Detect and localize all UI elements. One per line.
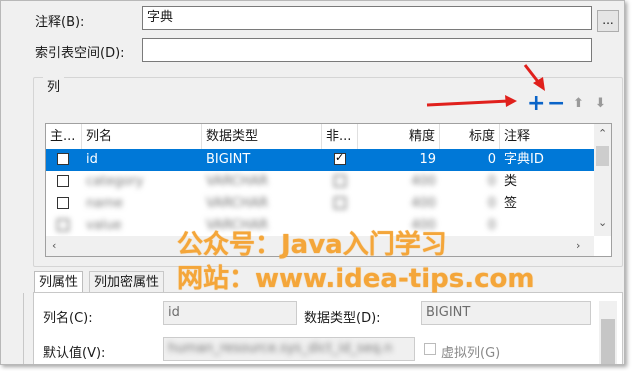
cell-scale: 0 (487, 174, 496, 189)
column-name-label: 列名(C): (43, 311, 93, 326)
notnull-checkbox[interactable] (334, 175, 346, 187)
header-type[interactable]: 数据类型 (202, 124, 322, 149)
watermark-line-2: 网站：www.idea-tips.com (177, 264, 535, 294)
pk-checkbox[interactable] (57, 153, 69, 165)
scroll-left-icon[interactable]: ‹ (52, 239, 56, 252)
default-value-field[interactable]: human_resource.sys_dict_id_seq.n (163, 337, 415, 361)
comment-ellipsis-button[interactable]: ... (597, 10, 619, 32)
cell-type: VARCHAR (206, 196, 269, 211)
cell-name: name (86, 196, 123, 211)
index-space-label: 索引表空间(D): (35, 46, 125, 61)
move-down-button[interactable]: ⬇ (595, 96, 606, 111)
pk-checkbox[interactable] (57, 219, 69, 231)
notnull-checkbox[interactable] (334, 151, 346, 165)
panel-left-edge (23, 293, 24, 364)
data-type-label: 数据类型(D): (304, 311, 381, 326)
table-row[interactable]: id BIGINT 19 0 字典ID (46, 149, 594, 171)
default-value-label: 默认值(V): (43, 346, 106, 361)
cell-precision: 19 (419, 152, 436, 167)
panel-vertical-scrollbar[interactable] (599, 301, 617, 364)
cell-scale: 0 (487, 218, 496, 233)
watermark-line-1: 公众号：Java入门学习 (177, 230, 447, 260)
cell-comment: 类 (504, 174, 518, 189)
header-pk[interactable]: 主... (46, 124, 82, 149)
index-space-field[interactable] (142, 38, 592, 62)
cell-scale: 0 (487, 196, 496, 211)
scroll-down-icon[interactable]: ⌄ (598, 216, 607, 229)
panel-scroll-thumb[interactable] (601, 319, 615, 364)
columns-group-title: 列 (43, 76, 65, 95)
comment-label: 注释(B): (35, 15, 85, 30)
virtual-column-checkbox[interactable] (424, 343, 436, 355)
column-name-field[interactable]: id (163, 301, 297, 325)
header-scale[interactable]: 标度 (440, 124, 500, 149)
move-up-button[interactable]: ⬆ (573, 96, 584, 111)
table-vertical-scrollbar[interactable]: ⌃ ⌄ (594, 124, 611, 236)
cell-name: category (86, 174, 144, 189)
cell-precision: 400 (411, 196, 436, 211)
cell-type: VARCHAR (206, 174, 269, 189)
table-row[interactable]: category VARCHAR 400 0 类 (46, 171, 594, 193)
columns-table-header: 主... 列名 数据类型 非... 精度 标度 注释 (46, 124, 611, 150)
table-properties-dialog: 注释(B): 字典 ... 索引表空间(D): 列 + − ⬆ ⬇ 主... 列… (0, 0, 625, 365)
tab-column-encryption[interactable]: 列加密属性 (89, 271, 165, 293)
add-column-button[interactable]: + (527, 91, 545, 116)
comment-field[interactable]: 字典 (142, 6, 592, 30)
scroll-thumb[interactable] (596, 146, 609, 166)
pk-checkbox[interactable] (57, 197, 69, 209)
header-comment[interactable]: 注释 (500, 124, 594, 149)
cell-scale: 0 (487, 152, 496, 167)
tab-column-properties[interactable]: 列属性 (34, 271, 84, 293)
cell-type: BIGINT (206, 152, 251, 167)
scroll-right-icon[interactable]: › (576, 239, 580, 252)
cell-comment: 字典ID (504, 152, 544, 167)
header-name[interactable]: 列名 (82, 124, 202, 149)
cell-comment (500, 215, 594, 237)
header-notnull[interactable]: 非... (322, 124, 358, 149)
cell-name: id (86, 152, 98, 167)
remove-column-button[interactable]: − (547, 91, 565, 116)
header-precision[interactable]: 精度 (358, 124, 440, 149)
data-type-field[interactable]: BIGINT (421, 301, 591, 325)
table-row[interactable]: name VARCHAR 400 0 签 (46, 193, 594, 215)
cell-comment: 签 (504, 196, 518, 211)
notnull-checkbox[interactable] (334, 197, 346, 209)
virtual-column-label: 虚拟列(G) (441, 346, 501, 361)
cell-precision: 400 (411, 174, 436, 189)
pk-checkbox[interactable] (57, 175, 69, 187)
scroll-up-icon[interactable]: ⌃ (598, 127, 607, 140)
